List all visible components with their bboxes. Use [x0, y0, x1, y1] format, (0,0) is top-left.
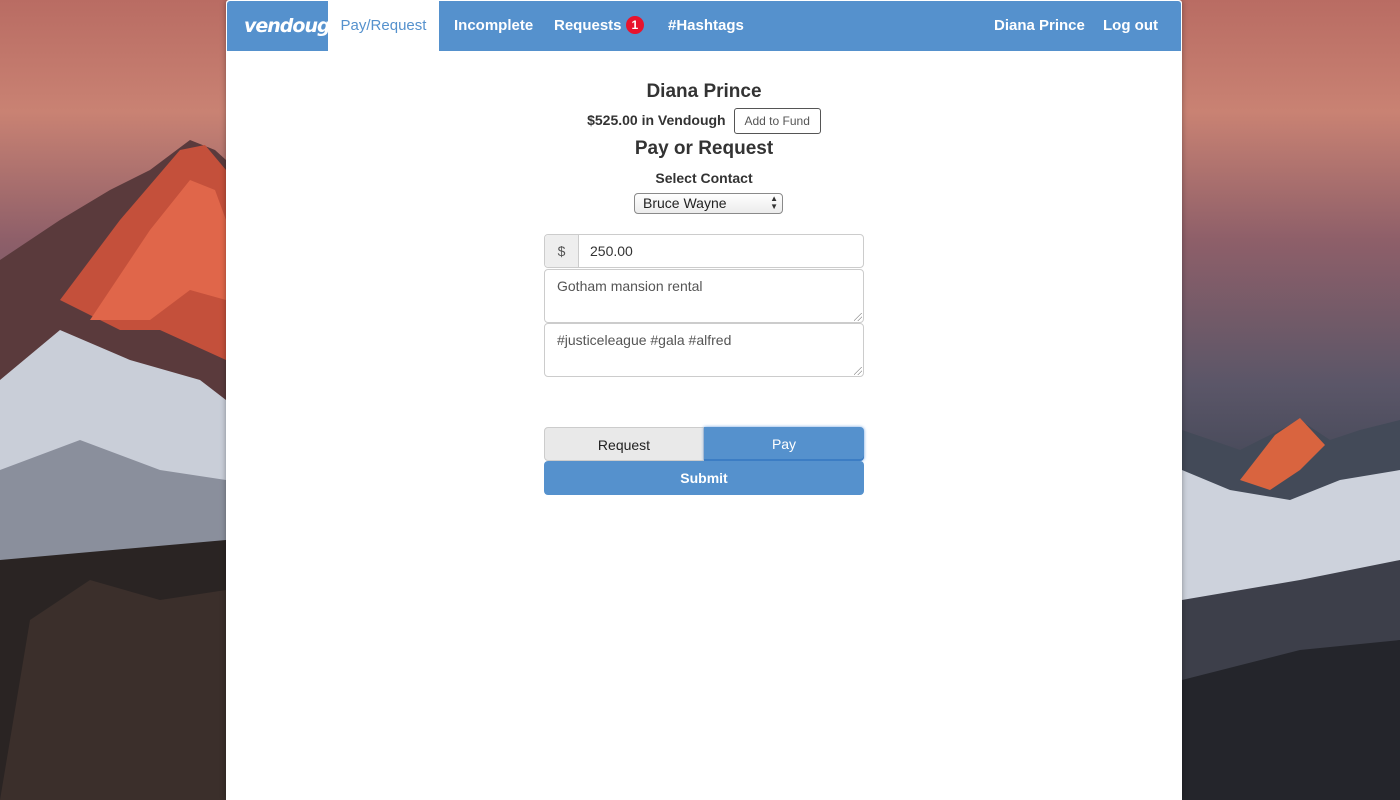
profile-name: Diana Prince	[646, 81, 762, 102]
resize-grip-icon[interactable]	[854, 313, 862, 321]
tab-incomplete[interactable]: Incomplete	[454, 1, 533, 51]
memo-value: Gotham mansion rental	[557, 278, 703, 294]
tab-hashtags[interactable]: #Hashtags	[668, 1, 744, 51]
tab-requests[interactable]: Requests 1	[554, 1, 645, 51]
tab-requests-label: Requests	[554, 17, 622, 34]
tab-incomplete-label: Incomplete	[454, 17, 534, 34]
nav-user-name[interactable]: Diana Prince	[994, 1, 1085, 51]
balance-row: $525.00 in Vendough Add to Fund	[226, 107, 1182, 135]
currency-addon: $	[545, 235, 579, 267]
tab-pay-request[interactable]: Pay/Request	[328, 1, 439, 51]
hashtags-textarea[interactable]: #justiceleague #gala #alfred	[544, 323, 864, 377]
pay-toggle-button[interactable]: Pay	[704, 427, 864, 461]
resize-grip-icon[interactable]	[854, 367, 862, 375]
amount-input[interactable]: 250.00	[590, 235, 633, 267]
browser-window: vendough Pay/Request Incomplete Requests…	[226, 0, 1182, 800]
memo-textarea[interactable]: Gotham mansion rental	[544, 269, 864, 323]
hashtags-value: #justiceleague #gala #alfred	[557, 332, 732, 348]
contact-select-value: Bruce Wayne	[643, 195, 727, 211]
tab-pay-request-label: Pay/Request	[340, 17, 427, 34]
tab-hashtags-label: #Hashtags	[668, 17, 744, 34]
submit-button[interactable]: Submit	[544, 461, 864, 495]
contact-select[interactable]: Bruce Wayne ▲ ▼	[634, 193, 783, 214]
top-navbar: vendough Pay/Request Incomplete Requests…	[227, 1, 1181, 51]
updown-arrows-icon: ▲ ▼	[770, 194, 778, 211]
request-toggle-button[interactable]: Request	[544, 427, 704, 461]
requests-count-badge: 1	[625, 16, 645, 34]
select-contact-label: Select Contact	[655, 170, 753, 186]
amount-input-group[interactable]: $ 250.00	[544, 234, 864, 268]
logout-link[interactable]: Log out	[1103, 1, 1158, 51]
nav-user-name-label: Diana Prince	[994, 17, 1085, 34]
logout-label: Log out	[1103, 17, 1158, 34]
page-title: Pay or Request	[634, 138, 774, 159]
add-to-fund-button[interactable]: Add to Fund	[733, 108, 821, 135]
balance-text: $525.00 in Vendough	[587, 112, 726, 128]
